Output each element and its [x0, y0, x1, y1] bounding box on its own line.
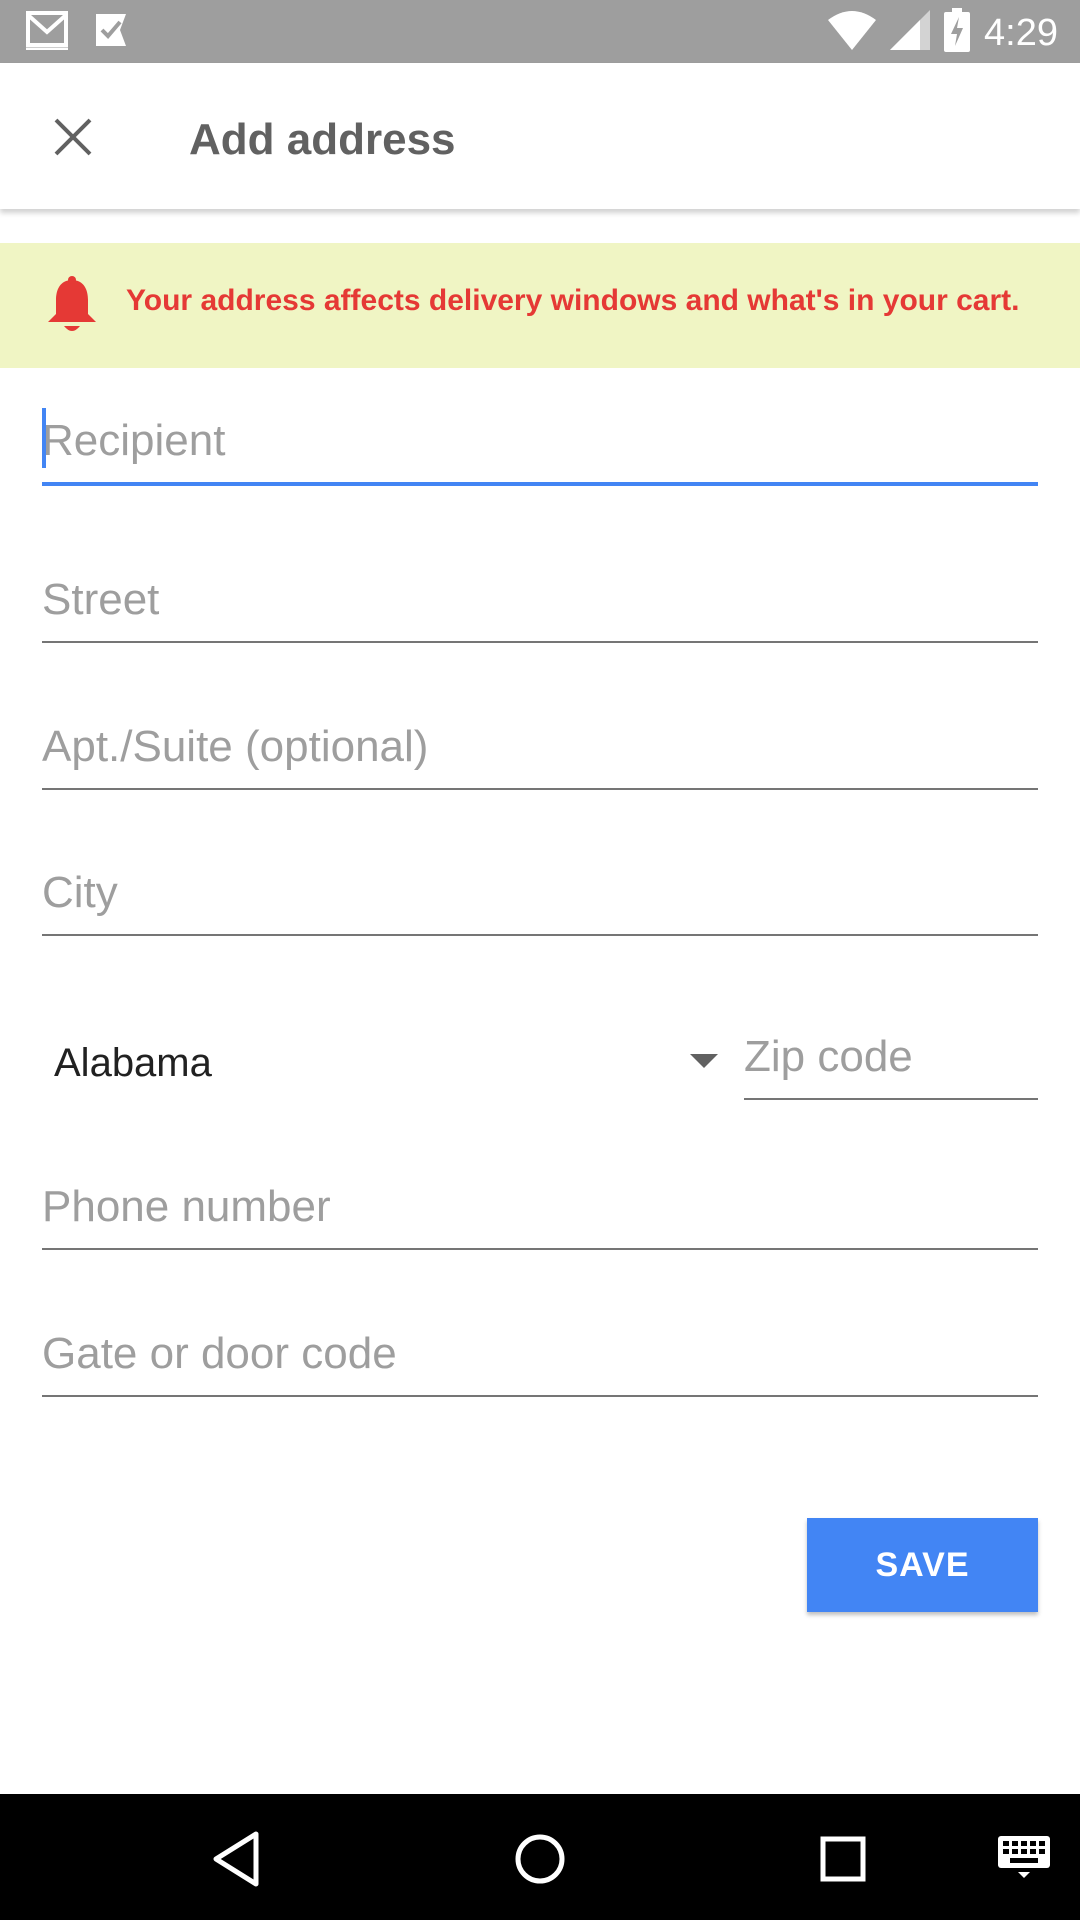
tasks-check-icon: [94, 10, 128, 55]
battery-charging-icon: [944, 8, 971, 57]
city-field[interactable]: [42, 852, 1038, 936]
zip-code-field[interactable]: [744, 1016, 1038, 1100]
cell-signal-icon: [890, 10, 931, 55]
apt-suite-input[interactable]: [42, 706, 1038, 788]
close-button[interactable]: [40, 106, 106, 172]
recents-icon[interactable]: [808, 1824, 878, 1894]
address-notice-text: Your address affects delivery windows an…: [126, 284, 1020, 317]
state-selected-value: Alabama: [54, 1041, 212, 1085]
status-bar-notifications: [24, 10, 128, 55]
system-nav-bar: [0, 1794, 1080, 1920]
status-bar-system: 4:29: [828, 8, 1058, 57]
bell-icon: [44, 276, 100, 336]
status-bar: 4:29: [0, 0, 1080, 63]
gmail-icon: [24, 10, 70, 55]
page-title: Add address: [189, 115, 456, 164]
back-icon[interactable]: [202, 1824, 272, 1894]
gate-code-input[interactable]: [42, 1313, 1038, 1395]
apt-suite-field[interactable]: [42, 706, 1038, 790]
wifi-icon: [828, 10, 877, 55]
street-field[interactable]: [42, 559, 1038, 643]
text-cursor: [42, 408, 46, 468]
address-notice-banner: Your address affects delivery windows an…: [0, 243, 1080, 368]
phone-number-field[interactable]: [42, 1166, 1038, 1250]
phone-number-input[interactable]: [42, 1166, 1038, 1248]
save-button[interactable]: SAVE: [807, 1518, 1038, 1612]
city-input[interactable]: [42, 852, 1038, 934]
recipient-field[interactable]: [42, 400, 1038, 486]
zip-code-input[interactable]: [744, 1016, 1038, 1098]
state-dropdown[interactable]: Alabama: [42, 1020, 724, 1106]
keyboard-icon[interactable]: [996, 1834, 1066, 1904]
home-icon[interactable]: [505, 1824, 575, 1894]
gate-code-field[interactable]: [42, 1313, 1038, 1397]
recipient-input[interactable]: [42, 400, 1038, 482]
street-input[interactable]: [42, 559, 1038, 641]
status-time: 4:29: [984, 11, 1058, 54]
dropdown-arrow-icon: [690, 1054, 718, 1068]
close-icon: [53, 117, 93, 162]
app-bar: Add address: [0, 63, 1080, 209]
